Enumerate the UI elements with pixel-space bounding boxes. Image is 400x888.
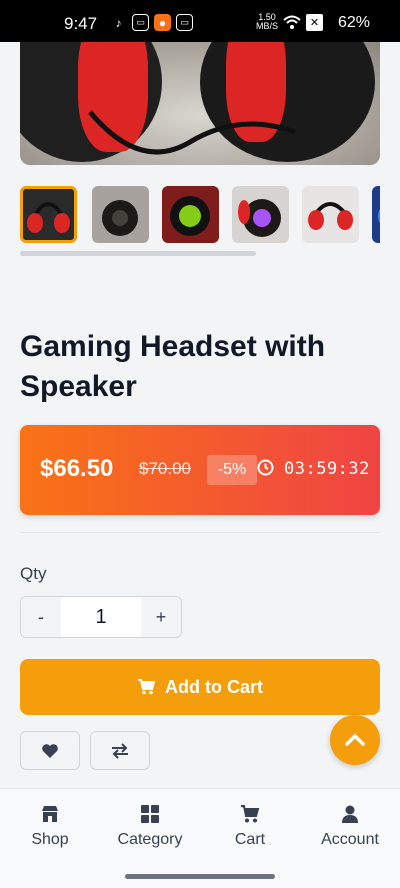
- thumbnail-4[interactable]: [232, 186, 289, 243]
- network-speed: 1.50 MB/S: [256, 12, 279, 31]
- bottom-navigation: Shop Category Cart Account: [0, 788, 400, 888]
- original-price: $70.00: [139, 459, 191, 478]
- decrease-quantity-button[interactable]: -: [21, 597, 61, 637]
- clock-icon: [257, 459, 274, 476]
- media-icon: ▭: [132, 14, 149, 31]
- image-thumbnails: [20, 186, 380, 244]
- store-icon: [42, 806, 58, 822]
- thumbnail-scrollbar[interactable]: [20, 251, 256, 256]
- quantity-input[interactable]: 1: [61, 597, 141, 637]
- price-banner: $66.50 $70.00 -5% 03:59:32: [20, 425, 380, 515]
- sim-icon: ✕: [306, 14, 323, 31]
- scroll-to-top-button[interactable]: [330, 715, 380, 765]
- home-indicator[interactable]: [125, 874, 275, 879]
- nav-account-label: Account: [321, 831, 379, 848]
- add-to-cart-button[interactable]: Add to Cart: [20, 659, 380, 715]
- nav-shop[interactable]: Shop: [0, 805, 100, 849]
- heart-icon: [42, 743, 58, 758]
- thumbnail-2[interactable]: [92, 186, 149, 243]
- nav-cart[interactable]: Cart: [200, 805, 300, 849]
- quantity-stepper: - 1 +: [20, 596, 182, 638]
- grid-icon: [141, 805, 159, 823]
- cart-icon: [138, 679, 155, 695]
- discount-badge: -5%: [207, 455, 257, 485]
- chevron-up-icon: [345, 733, 365, 746]
- quantity-label: Qty: [20, 564, 47, 583]
- wifi-icon: [283, 15, 301, 29]
- nav-shop-label: Shop: [31, 831, 69, 848]
- product-title: Gaming Headset with Speaker: [20, 330, 326, 403]
- cart-icon: [241, 805, 260, 823]
- status-time: 9:47: [64, 14, 98, 33]
- status-bar: 9:47 ♪ ▭ ● ▭ 1.50 MB/S ✕ 62%: [0, 0, 400, 42]
- countdown-timer: 03:59:32: [284, 459, 370, 479]
- divider: [20, 532, 380, 533]
- cable-graphic: [88, 110, 296, 155]
- thumbnail-1[interactable]: [20, 186, 77, 243]
- compare-icon: [112, 742, 128, 759]
- nav-cart-label: Cart: [234, 831, 266, 848]
- increase-quantity-button[interactable]: +: [141, 597, 181, 637]
- current-price: $66.50: [40, 455, 114, 482]
- nav-category-label: Category: [117, 831, 183, 848]
- add-to-cart-label: Add to Cart: [165, 676, 263, 697]
- thumbnail-5[interactable]: [302, 186, 359, 243]
- nav-category[interactable]: Category: [100, 805, 200, 849]
- tiktok-icon: ♪: [115, 15, 122, 30]
- user-icon: [342, 805, 358, 823]
- nav-account[interactable]: Account: [300, 805, 400, 849]
- thumbnail-6[interactable]: [372, 186, 380, 243]
- battery-level: 62%: [338, 14, 371, 31]
- media-icon-2: ▭: [176, 14, 193, 31]
- compare-button[interactable]: [90, 731, 150, 770]
- thumbnail-3[interactable]: [162, 186, 219, 243]
- product-main-image[interactable]: [20, 42, 380, 165]
- app-notification-icon: ●: [154, 14, 171, 31]
- wishlist-button[interactable]: [20, 731, 80, 770]
